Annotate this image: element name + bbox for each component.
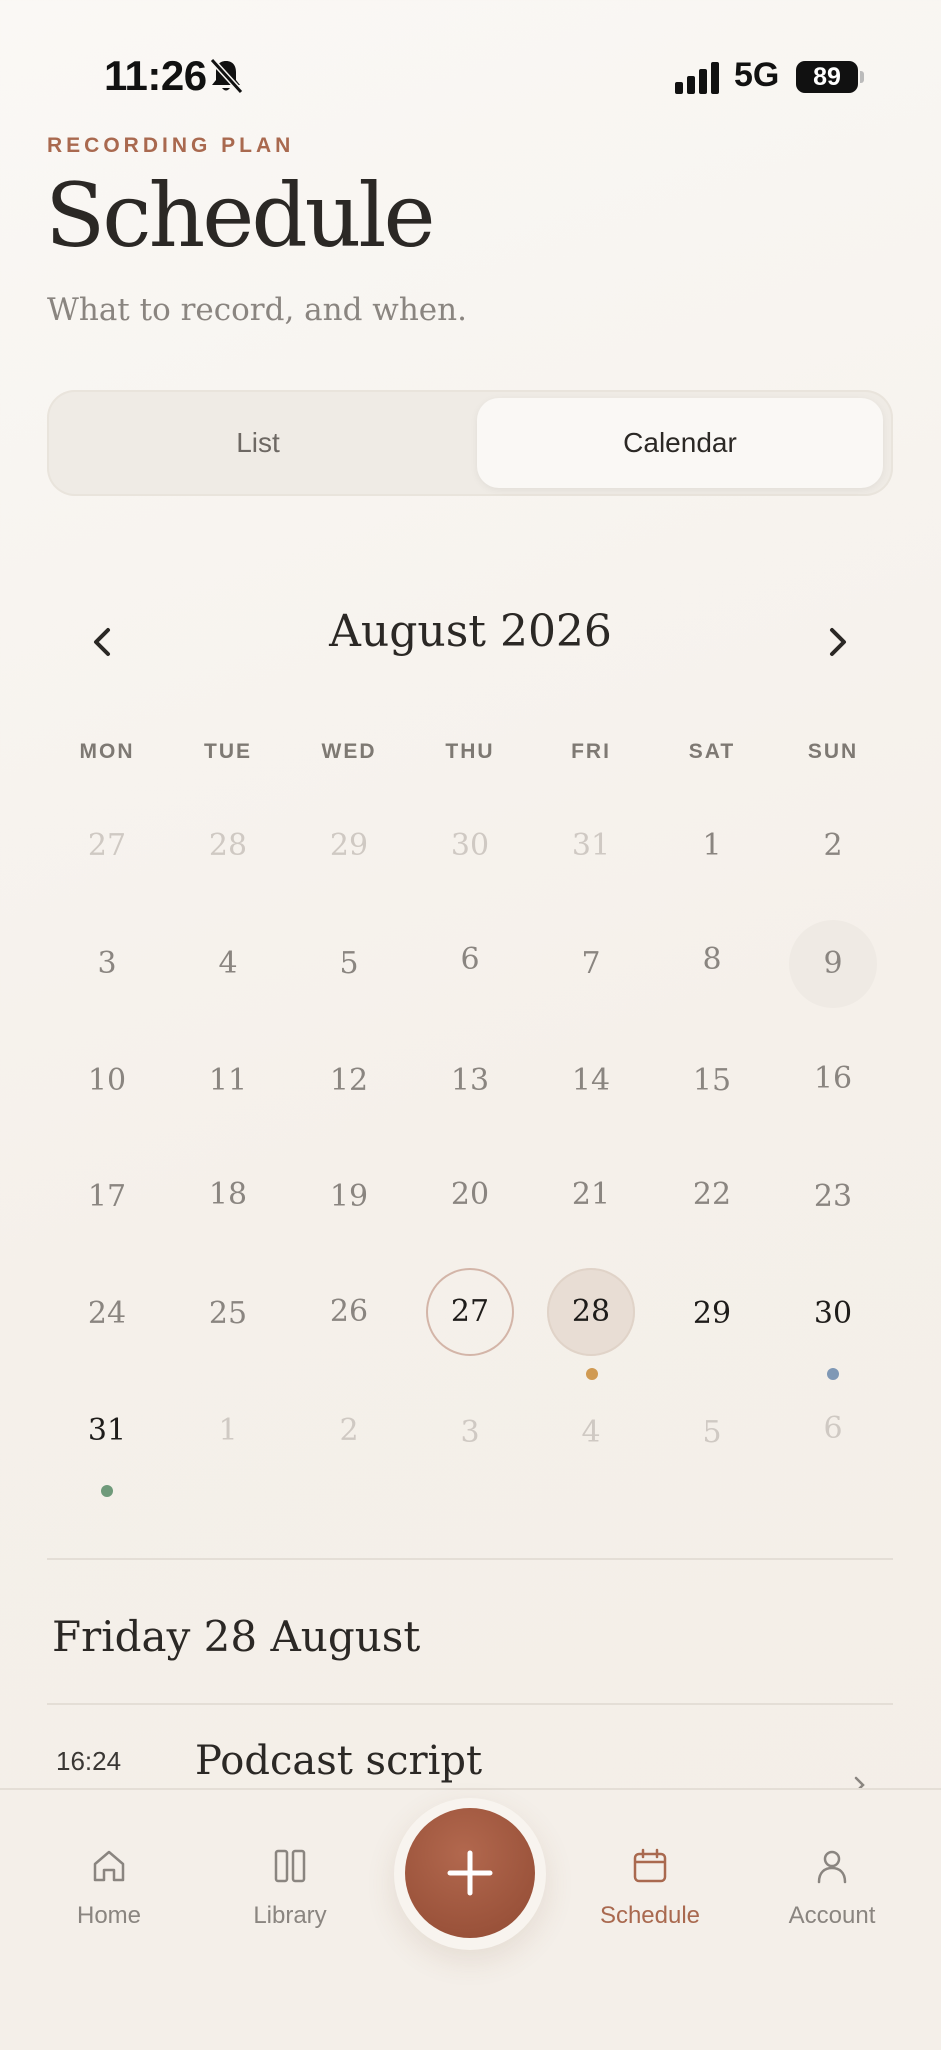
- calendar-day[interactable]: 31: [63, 1387, 151, 1475]
- selected-date-heading: Friday 28 August: [52, 1612, 421, 1661]
- calendar-day[interactable]: 3: [426, 1389, 514, 1477]
- page-eyebrow: RECORDING PLAN: [47, 134, 295, 157]
- battery-indicator: 89: [796, 61, 858, 93]
- tab-home-label: Home: [76, 1902, 142, 1929]
- library-icon: [274, 1849, 306, 1883]
- calendar-day[interactable]: 5: [305, 920, 393, 1008]
- calendar-day[interactable]: 9: [789, 920, 877, 1008]
- calendar-day[interactable]: 10: [63, 1037, 151, 1125]
- event-dot: [101, 1485, 113, 1497]
- calendar-day[interactable]: 18: [184, 1151, 272, 1239]
- plus-icon: [447, 1850, 493, 1896]
- calendar-day[interactable]: 23: [789, 1153, 877, 1241]
- calendar-day[interactable]: 20: [426, 1151, 514, 1239]
- calendar-view-button[interactable]: Calendar: [477, 398, 883, 488]
- month-label: August 2026: [329, 606, 612, 657]
- weekday-wed: WED: [321, 740, 377, 763]
- calendar-day[interactable]: 1: [184, 1387, 272, 1475]
- calendar-day[interactable]: 2: [305, 1387, 393, 1475]
- event-dot: [586, 1368, 598, 1380]
- calendar-day[interactable]: 11: [184, 1037, 272, 1125]
- calendar-day[interactable]: 17: [63, 1153, 151, 1241]
- schedule-item-time: 16:24: [56, 1746, 122, 1776]
- weekday-mon: MON: [79, 740, 135, 763]
- calendar-day[interactable]: 31: [547, 802, 635, 890]
- calendar-icon: [633, 1848, 667, 1883]
- calendar-day[interactable]: 29: [668, 1270, 756, 1358]
- status-bar: 11:26 5G 89: [0, 0, 941, 150]
- next-month-icon[interactable]: [808, 612, 868, 672]
- calendar-day[interactable]: 4: [184, 920, 272, 1008]
- calendar-day[interactable]: 22: [668, 1151, 756, 1239]
- calendar-day-selected[interactable]: 28: [547, 1268, 635, 1356]
- weekday-sat: SAT: [688, 740, 736, 763]
- calendar-day[interactable]: 27: [63, 802, 151, 890]
- calendar-day[interactable]: 25: [184, 1270, 272, 1358]
- status-time: 11:26: [104, 52, 207, 99]
- calendar-day[interactable]: 7: [547, 920, 635, 1008]
- event-dot: [827, 1368, 839, 1380]
- home-icon: [93, 1850, 125, 1882]
- tab-schedule[interactable]: Schedule: [575, 1844, 725, 1930]
- calendar-day[interactable]: 21: [547, 1151, 635, 1239]
- weekday-tue: TUE: [204, 740, 252, 763]
- tab-account-label: Account: [788, 1902, 876, 1929]
- tab-library-label: Library: [253, 1902, 327, 1929]
- battery-tip: [860, 71, 864, 83]
- weekday-sun: SUN: [807, 740, 859, 763]
- calendar-day[interactable]: 13: [426, 1037, 514, 1125]
- calendar-day[interactable]: 26: [305, 1268, 393, 1356]
- tab-library[interactable]: Library: [215, 1844, 365, 1930]
- calendar-day[interactable]: 14: [547, 1037, 635, 1125]
- section-divider: [47, 1558, 893, 1560]
- calendar-day[interactable]: 5: [668, 1389, 756, 1477]
- weekday-fri: FRI: [571, 740, 611, 763]
- tab-account[interactable]: Account: [757, 1844, 907, 1930]
- weekday-thu: THU: [445, 740, 495, 763]
- calendar-day[interactable]: 30: [426, 802, 514, 890]
- signal-icon: [675, 62, 719, 94]
- calendar-day[interactable]: 4: [547, 1389, 635, 1477]
- page-subtitle: What to record, and when.: [47, 292, 467, 328]
- bell-muted-icon: [209, 57, 244, 95]
- view-toggle: List Calendar: [47, 390, 893, 496]
- calendar-day[interactable]: 15: [668, 1037, 756, 1125]
- list-view-button[interactable]: List: [55, 398, 461, 488]
- section-divider: [47, 1703, 893, 1705]
- calendar-day[interactable]: 28: [184, 802, 272, 890]
- add-recording-button[interactable]: [405, 1808, 535, 1938]
- page-title: Schedule: [45, 164, 436, 267]
- person-icon: [817, 1850, 847, 1884]
- tab-home[interactable]: Home: [34, 1844, 184, 1930]
- tab-schedule-label: Schedule: [599, 1902, 701, 1929]
- schedule-item-title[interactable]: Podcast script: [195, 1738, 482, 1784]
- calendar-day[interactable]: 19: [305, 1153, 393, 1241]
- calendar-day[interactable]: 16: [789, 1035, 877, 1123]
- calendar-day[interactable]: 1: [668, 802, 756, 890]
- calendar-day[interactable]: 30: [789, 1270, 877, 1358]
- calendar-day[interactable]: 3: [63, 920, 151, 1008]
- calendar-day[interactable]: 8: [668, 916, 756, 1004]
- calendar-day[interactable]: 6: [789, 1385, 877, 1473]
- calendar-day[interactable]: 2: [789, 802, 877, 890]
- calendar-day[interactable]: 12: [305, 1037, 393, 1125]
- calendar-day[interactable]: 29: [305, 802, 393, 890]
- network-label: 5G: [734, 56, 780, 94]
- calendar-day-today[interactable]: 27: [426, 1268, 514, 1356]
- calendar-day[interactable]: 24: [63, 1270, 151, 1358]
- calendar-day[interactable]: 6: [426, 916, 514, 1004]
